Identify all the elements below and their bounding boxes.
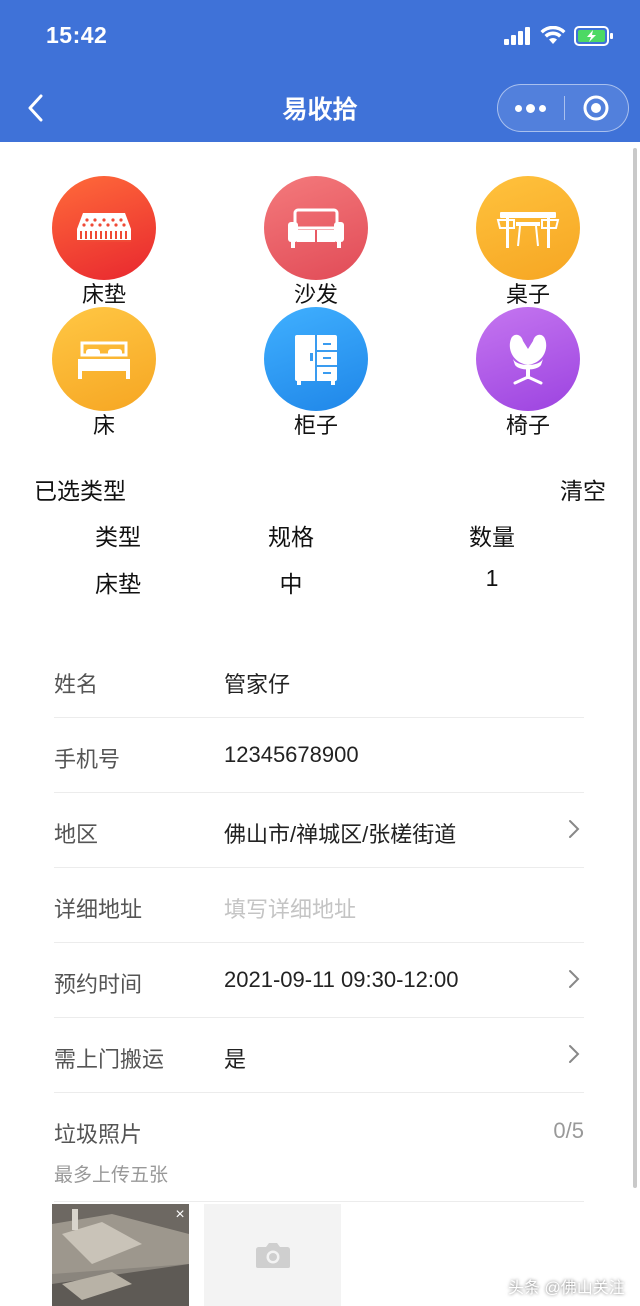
dot-icon <box>515 104 523 112</box>
carry-value[interactable]: 是 <box>224 1042 246 1074</box>
region-label: 地区 <box>54 822 99 847</box>
signal-icon <box>504 27 530 45</box>
wifi-icon <box>540 26 566 44</box>
bed-icon <box>52 307 156 411</box>
status-icons <box>504 26 614 46</box>
region-picker[interactable]: 地区 佛山市/禅城区/张槎街道 <box>54 793 584 868</box>
category-chair[interactable]: 椅子 <box>458 307 598 439</box>
name-value[interactable]: 管家仔 <box>224 667 290 699</box>
name-field[interactable]: 姓名 管家仔 <box>54 643 584 718</box>
photos-title: 垃圾照片 <box>54 1122 143 1147</box>
address-field[interactable]: 详细地址 填写详细地址 <box>54 868 584 943</box>
mattress-photo <box>52 1204 189 1306</box>
appointment-time-picker[interactable]: 预约时间 2021-09-11 09:30-12:00 <box>54 943 584 1018</box>
category-table[interactable]: 桌子 <box>458 176 598 308</box>
camera-icon <box>255 1243 290 1268</box>
chevron-right-icon <box>569 970 580 988</box>
category-label: 椅子 <box>505 413 550 438</box>
carry-service-picker[interactable]: 需上门搬运 是 <box>54 1018 584 1093</box>
photo-thumbnail[interactable]: × <box>52 1204 189 1306</box>
row-type: 床垫 <box>95 571 141 597</box>
dot-icon <box>539 104 547 112</box>
target-icon <box>583 95 609 121</box>
row-spec: 中 <box>279 571 303 597</box>
carry-label: 需上门搬运 <box>54 1047 165 1072</box>
chevron-right-icon <box>569 1045 580 1063</box>
photos-count: 0/5 <box>553 1118 584 1143</box>
time-value[interactable]: 2021-09-11 09:30-12:00 <box>224 967 458 993</box>
category-sofa[interactable]: 沙发 <box>246 176 386 308</box>
dot-icon <box>526 103 536 113</box>
chevron-right-icon <box>569 820 580 838</box>
table-icon <box>476 176 580 280</box>
mattress-icon <box>52 176 156 280</box>
time-label: 预约时间 <box>54 972 143 997</box>
header-spec: 规格 <box>268 524 314 550</box>
photos-hint: 最多上传五张 <box>54 1165 169 1186</box>
cabinet-icon <box>264 307 368 411</box>
address-input[interactable]: 填写详细地址 <box>224 892 356 924</box>
upload-photo-button[interactable] <box>204 1204 341 1306</box>
close-miniprogram-button[interactable] <box>565 85 629 131</box>
header-type: 类型 <box>95 524 141 550</box>
category-label: 床 <box>92 413 115 438</box>
address-label: 详细地址 <box>54 897 143 922</box>
header: 15:42 易收拾 <box>0 0 640 142</box>
selected-types-title: 已选类型 <box>34 478 126 504</box>
name-label: 姓名 <box>54 672 99 697</box>
category-label: 床垫 <box>81 282 126 307</box>
phone-field[interactable]: 手机号 12345678900 <box>54 718 584 793</box>
category-label: 桌子 <box>505 282 550 307</box>
header-quantity: 数量 <box>469 524 515 550</box>
category-cabinet[interactable]: 柜子 <box>246 307 386 439</box>
more-button[interactable] <box>498 85 564 131</box>
category-bed[interactable]: 床 <box>34 307 174 439</box>
category-label: 沙发 <box>293 282 338 307</box>
phone-label: 手机号 <box>54 747 121 772</box>
status-time: 15:42 <box>46 22 108 48</box>
row-quantity: 1 <box>485 565 499 591</box>
region-value[interactable]: 佛山市/禅城区/张槎街道 <box>224 817 456 849</box>
chair-icon <box>476 307 580 411</box>
sofa-icon <box>264 176 368 280</box>
clear-button[interactable]: 清空 <box>560 472 606 506</box>
delete-photo-icon[interactable]: × <box>171 1206 189 1224</box>
phone-value[interactable]: 12345678900 <box>224 742 359 768</box>
watermark: 头条 @佛山关注 <box>508 1280 625 1297</box>
battery-icon <box>574 26 613 46</box>
miniprogram-capsule <box>497 84 629 132</box>
category-mattress[interactable]: 床垫 <box>34 176 174 308</box>
scrollbar[interactable] <box>633 148 637 1188</box>
category-label: 柜子 <box>293 413 338 438</box>
divider <box>54 1201 584 1202</box>
